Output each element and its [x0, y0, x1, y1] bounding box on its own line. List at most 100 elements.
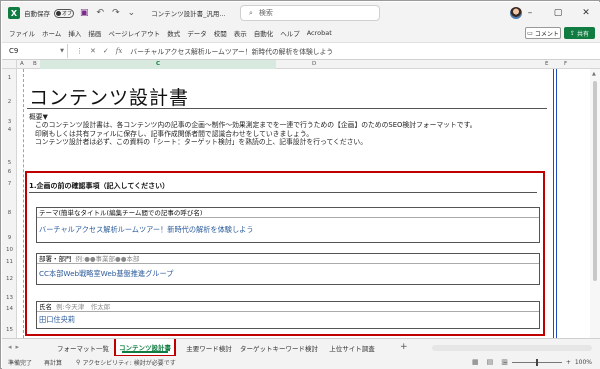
tab-draw[interactable]: 描画 [88, 28, 101, 38]
row-5[interactable]: 5 [2, 160, 17, 166]
vertical-scrollbar[interactable]: ▲ [590, 69, 600, 338]
redo-icon[interactable]: ↷ [110, 8, 122, 18]
overview-line: このコンテンツ設計書は、各コンテンツ内の記事の企画～制作～効果測定までを一連で行… [35, 121, 477, 130]
scroll-up-icon[interactable]: ▲ [592, 71, 596, 77]
page-layout-view-icon[interactable]: ▤ [487, 358, 494, 366]
sheet-tab-content-design[interactable]: コンテンツ設計書 [114, 339, 176, 357]
column-d[interactable]: D [312, 60, 316, 69]
sheet-tab-main-words[interactable]: 主要ワード検討 [178, 339, 240, 357]
cancel-icon[interactable]: ✕ [90, 47, 96, 55]
minimize-icon[interactable]: – [516, 2, 544, 24]
status-bar: 準備完了 再計算 ⚲ アクセシビリティ: 検討が必要です ▦ ▤ ▥ − + 1… [2, 356, 600, 369]
tab-review[interactable]: 校閲 [214, 28, 227, 38]
zoom-level[interactable]: 100% [575, 359, 592, 366]
row-4[interactable]: 4 [2, 127, 17, 133]
name-label: 氏名 例:今天津 作太郎 [37, 302, 539, 312]
status-calc[interactable]: 再計算 [44, 358, 62, 367]
row-7[interactable]: 7 [2, 181, 17, 187]
row-9[interactable]: 9 [2, 235, 17, 241]
row-15[interactable]: 15 [2, 327, 17, 333]
close-icon[interactable]: ✕ [572, 2, 600, 24]
row-13[interactable]: 13 [2, 295, 17, 301]
page-break-line [553, 69, 557, 338]
divider [29, 192, 537, 193]
scroll-thumb[interactable] [593, 81, 597, 281]
search-box[interactable]: ⌕ 検索 [240, 5, 380, 21]
row-3[interactable]: 3 [2, 119, 17, 125]
formula-bar: C9 ▼ ⋮ ✕ ✓ fx バーチャルアクセス解析ルームツアー！新時代の解析を体… [2, 42, 600, 60]
zoom-in-icon[interactable]: + [566, 359, 571, 366]
column-e[interactable]: E [545, 60, 548, 69]
name-value-cell[interactable]: 田口住央莉 [37, 312, 539, 328]
select-all-corner[interactable] [2, 60, 17, 69]
share-button[interactable]: ⇪ 共有 [564, 27, 595, 39]
customize-icon[interactable]: ⌄ [126, 8, 138, 18]
row-1[interactable]: 1 [2, 75, 17, 81]
autosave-label: 自動保存 [24, 10, 50, 18]
tab-acrobat[interactable]: Acrobat [307, 29, 332, 37]
department-field: 部署・部門 例:●●事業部●●本部 CC本部Web戦略室Web基盤推進グループ [36, 253, 540, 285]
tab-help[interactable]: ヘルプ [280, 28, 300, 38]
document-title[interactable]: コンテンツ設計書_汎用... [151, 8, 225, 18]
insert-function-icon[interactable]: fx [116, 47, 123, 55]
normal-view-icon[interactable]: ▦ [472, 358, 479, 366]
column-header: A B C D E F [2, 60, 600, 69]
tab-page-layout[interactable]: ページレイアウト [108, 28, 160, 38]
column-c[interactable]: C [40, 60, 276, 69]
save-icon[interactable]: ▣ [78, 8, 91, 18]
sheet-tab-format-list[interactable]: フォーマット一覧 [52, 339, 114, 357]
row-12[interactable]: 12 [2, 276, 17, 282]
row-2[interactable]: 2 [2, 99, 17, 105]
row-11[interactable]: 11 [2, 259, 17, 265]
tab-data[interactable]: データ [187, 28, 207, 38]
zoom-out-icon[interactable]: − [503, 359, 508, 366]
theme-value-cell[interactable]: バーチャルアクセス解析ルームツアー！新時代の解析を体験しよう [37, 218, 539, 242]
zoom-slider[interactable] [511, 359, 562, 366]
sheet-nav-arrows-icon[interactable]: ◂▸ [8, 343, 23, 351]
accessibility-status[interactable]: ⚲ アクセシビリティ: 検討が必要です [76, 358, 176, 367]
undo-icon[interactable]: ↶ [95, 8, 107, 18]
column-b[interactable]: B [33, 60, 37, 69]
theme-field: テーマ(簡単なタイトル(編集チーム間での記事の呼び名) バーチャルアクセス解析ル… [36, 207, 540, 243]
tab-insert[interactable]: 挿入 [68, 28, 81, 38]
overview-title: 概要▼ [29, 113, 48, 121]
row-6[interactable]: 6 [2, 169, 17, 175]
tab-home[interactable]: ホーム [42, 28, 61, 38]
section-title: 1.企画の前の確認事項（記入してください） [29, 182, 170, 190]
formula-input[interactable]: バーチャルアクセス解析ルームツアー！新時代の解析を体験しよう [130, 46, 333, 56]
restore-icon[interactable]: ▢ [544, 2, 572, 24]
tab-file[interactable]: ファイル [9, 28, 35, 38]
department-value-cell[interactable]: CC本部Web戦略室Web基盤推進グループ [37, 264, 539, 284]
row-14[interactable]: 14 [2, 306, 17, 312]
overview-block: 概要▼ このコンテンツ設計書は、各コンテンツ内の記事の企画～制作～効果測定までを… [29, 113, 476, 147]
comment-button[interactable]: ▭ コメント [525, 27, 561, 39]
accessibility-icon: ⚲ [76, 359, 81, 366]
tab-view[interactable]: 表示 [234, 28, 247, 38]
sheet-grid[interactable]: コンテンツ設計書 概要▼ このコンテンツ設計書は、各コンテンツ内の記事の企画～制… [17, 69, 600, 338]
sheet-tab-top-sites[interactable]: 上位サイト調査 [320, 339, 384, 357]
name-box[interactable]: C9 ▼ [6, 44, 68, 58]
enter-icon[interactable]: ✓ [103, 47, 109, 55]
department-label: 部署・部門 例:●●事業部●●本部 [37, 254, 539, 264]
overview-line: 印刷もしくは共有ファイルに保存し、記事作成関係者間で認識合わせをしていきましょう… [35, 129, 314, 138]
column-a[interactable]: A [20, 60, 24, 69]
department-hint: 例:●●事業部●●本部 [75, 255, 140, 263]
formula-options-icon[interactable]: ⋮ [76, 47, 83, 55]
page-break-line [23, 69, 24, 338]
comment-icon: ▭ [527, 29, 533, 37]
tab-formulas[interactable]: 数式 [167, 28, 180, 38]
add-sheet-icon[interactable]: + [400, 342, 408, 352]
chevron-down-icon[interactable]: ▼ [60, 48, 64, 54]
column-f[interactable]: F [564, 60, 567, 69]
ribbon-tabs: ファイル ホーム 挿入 描画 ページレイアウト 数式 データ 校閲 表示 自動化… [2, 24, 600, 42]
tab-automate[interactable]: 自動化 [254, 28, 274, 38]
sheet-tab-target-keywords[interactable]: ターゲットキーワード検討 [240, 339, 318, 357]
overview-line: コンテンツ設計者は必ず、この資料の「シート：ターゲット検討」を熟読の上、記事設計… [35, 138, 368, 147]
autosave-toggle[interactable]: オフ [54, 8, 74, 18]
row-8[interactable]: 8 [2, 210, 17, 216]
row-10[interactable]: 10 [2, 247, 17, 253]
horizontal-scrollbar[interactable] [432, 345, 592, 351]
excel-window: X 自動保存 オフ ▣ ↶ ↷ ⌄ コンテンツ設計書_汎用... ⌕ 検索 – … [0, 0, 600, 369]
title-bar: X 自動保存 オフ ▣ ↶ ↷ ⌄ コンテンツ設計書_汎用... ⌕ 検索 – … [2, 2, 600, 24]
theme-label: テーマ(簡単なタイトル(編集チーム間での記事の呼び名) [37, 208, 539, 218]
